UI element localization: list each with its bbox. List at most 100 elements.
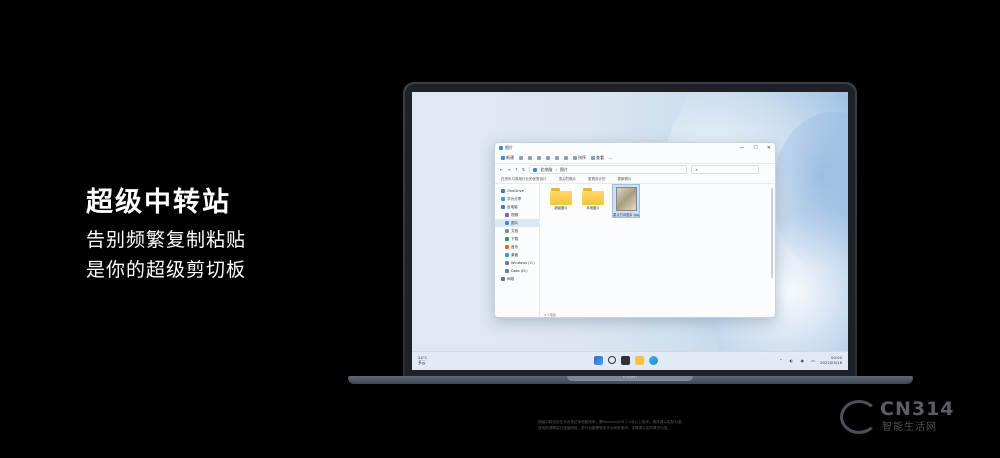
headline: 超级中转站 告别频繁复制粘贴 是你的超级剪切板	[86, 187, 246, 285]
refresh-icon[interactable]: ↻	[522, 167, 525, 172]
headline-title: 超级中转站	[86, 187, 231, 218]
status-bar: 3 个项目	[544, 313, 556, 317]
window-controls: — ☐ ✕	[739, 145, 771, 151]
plus-icon	[501, 156, 505, 160]
folder-item[interactable]: 超级图片	[548, 188, 574, 210]
chevron-right-icon: ›	[555, 167, 558, 172]
headline-line-2: 是你的超级剪切板	[86, 259, 247, 281]
watermark-logo-icon	[840, 400, 878, 434]
weather-widget[interactable]: 24°C 多云	[418, 355, 427, 365]
system-tray[interactable]: ⌃ ◐ ◉ ▭	[779, 358, 818, 363]
file-name: 本地图片	[586, 206, 600, 210]
documents-icon	[505, 229, 509, 233]
explorer-body: OneDrive 华为分享此电脑 视频图片 文档 下载音乐 桌面 Windows (C:) D…	[495, 184, 775, 317]
clock-date: 2022/05/18	[820, 360, 842, 365]
image-file-item[interactable]: 重点方向图片.jpg	[612, 184, 640, 218]
search-icon[interactable]	[608, 356, 616, 364]
sidebar-item[interactable]: Data (D:)	[495, 267, 539, 275]
view-label: 查看	[596, 155, 604, 160]
sidebar-item[interactable]: 音乐	[495, 243, 539, 251]
sidebar-item[interactable]: 文档	[495, 227, 539, 235]
favorite-item[interactable]: 顶尖的照片	[559, 177, 577, 182]
sidebar-item-label: Data (D:)	[511, 269, 528, 273]
scrollbar[interactable]	[771, 188, 773, 278]
sidebar-item[interactable]: 此电脑	[495, 203, 539, 211]
image-thumbnail-icon	[615, 187, 637, 211]
sidebar-item-label: 视频	[511, 212, 519, 217]
file-explorer-window: 图片 — ☐ ✕ 新建 排序 查看 ··· ← → ↑ ↻ 此电脑 › 图片 ⌕…	[494, 142, 776, 318]
search-input[interactable]: ⌕	[691, 165, 760, 174]
address-bar-row: ← → ↑ ↻ 此电脑 › 图片 ⌕	[495, 164, 775, 175]
watermark-site: CN314	[880, 398, 955, 420]
folder-icon	[582, 188, 604, 205]
view-button[interactable]: 查看	[591, 155, 604, 161]
watermark-sub: 智能生活网	[882, 422, 937, 433]
sort-label: 排序	[578, 155, 586, 160]
up-icon[interactable]: ↑	[515, 167, 518, 172]
navigation-pane: OneDrive 华为分享此电脑 视频图片 文档 下载音乐 桌面 Windows (C:) D…	[495, 184, 540, 317]
sidebar-item[interactable]: 下载	[495, 235, 539, 243]
favorite-item[interactable]: 在资讯与商用行业的优秀设计	[501, 177, 547, 182]
start-icon[interactable]	[594, 356, 603, 365]
command-bar: 新建 排序 查看 ···	[495, 153, 775, 164]
sidebar-item-label: Windows (C:)	[511, 261, 535, 265]
clock[interactable]: 00:00 2022/05/18	[820, 355, 842, 365]
new-label: 新建	[506, 155, 514, 160]
close-icon[interactable]: ✕	[767, 145, 771, 151]
sidebar-item[interactable]: 华为分享	[495, 195, 539, 203]
title-bar: 图片 — ☐ ✕	[495, 143, 775, 153]
sidebar-item-label: 下载	[511, 236, 519, 241]
more-icon[interactable]: ···	[609, 156, 613, 161]
breadcrumb-item[interactable]: 此电脑	[540, 167, 552, 173]
sidebar-item[interactable]: 网络	[495, 275, 539, 283]
new-button[interactable]: 新建	[501, 155, 514, 161]
copy-icon[interactable]	[528, 156, 532, 160]
desktop-icon	[505, 253, 509, 257]
cloud-icon	[501, 189, 505, 193]
file-explorer-icon[interactable]	[635, 356, 644, 365]
rename-icon[interactable]	[546, 156, 550, 160]
sort-icon	[573, 156, 577, 160]
laptop-screen: 图片 — ☐ ✕ 新建 排序 查看 ··· ← → ↑ ↻ 此电脑 › 图片 ⌕…	[412, 92, 848, 370]
music-icon	[505, 245, 509, 249]
share-icon[interactable]	[555, 156, 559, 160]
sidebar-item-label: 华为分享	[507, 196, 522, 201]
back-icon[interactable]: ←	[500, 167, 503, 172]
sidebar-item[interactable]: 视频	[495, 211, 539, 219]
pictures-icon	[505, 221, 509, 225]
favorites-bar: 在资讯与商用行业的优秀设计 顶尖的照片 更具设计的 更新照片	[495, 175, 775, 184]
video-icon	[505, 213, 509, 217]
brand-logo: HUAWEI	[623, 375, 637, 379]
sidebar-item[interactable]: OneDrive	[495, 187, 539, 195]
sidebar-item[interactable]: 图片	[495, 219, 539, 227]
forward-icon[interactable]: →	[507, 167, 510, 172]
favorite-item[interactable]: 更新照片	[618, 177, 632, 182]
folder-icon	[550, 188, 572, 205]
sidebar-item-label: 桌面	[511, 252, 519, 257]
view-icon	[591, 156, 595, 160]
sidebar-item[interactable]: Windows (C:)	[495, 259, 539, 267]
maximize-icon[interactable]: ☐	[753, 145, 757, 151]
search-icon: ⌕	[695, 167, 698, 172]
sidebar-item-label: 网络	[507, 276, 515, 281]
sidebar-item-label: OneDrive	[507, 189, 524, 193]
folder-item[interactable]: 本地图片	[580, 188, 606, 210]
taskbar-apps	[594, 356, 658, 365]
task-view-icon[interactable]	[621, 356, 630, 365]
file-name: 重点方向图片.jpg	[613, 213, 639, 217]
sort-button[interactable]: 排序	[573, 155, 586, 161]
weather-desc: 多云	[418, 360, 426, 365]
network-icon	[501, 277, 505, 281]
edge-icon[interactable]	[649, 356, 658, 365]
delete-icon[interactable]	[564, 156, 568, 160]
watermark: CN314 智能生活网	[840, 398, 955, 434]
address-input[interactable]: 此电脑 › 图片	[529, 165, 688, 174]
pc-icon	[501, 205, 505, 209]
favorite-item[interactable]: 更具设计的	[588, 177, 606, 182]
breadcrumb-item[interactable]: 图片	[560, 167, 568, 173]
minimize-icon[interactable]: —	[739, 145, 744, 151]
paste-icon[interactable]	[537, 156, 541, 160]
sidebar-item[interactable]: 桌面	[495, 251, 539, 259]
cut-icon[interactable]	[519, 156, 523, 160]
download-icon	[505, 237, 509, 241]
